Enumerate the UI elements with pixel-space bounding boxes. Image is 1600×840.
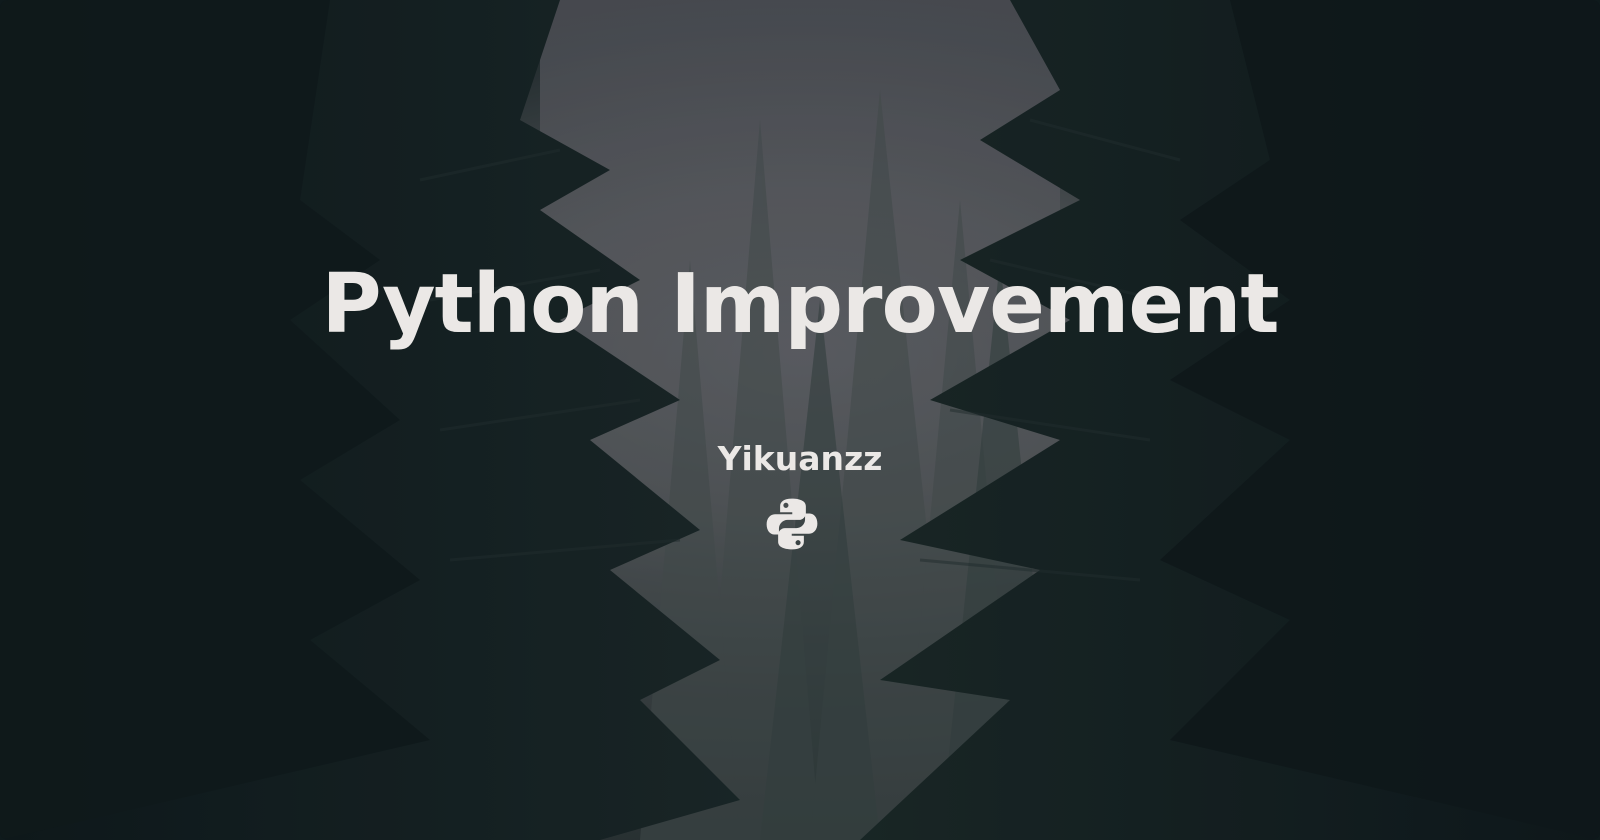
banner-content: Python Improvement Yikuanzz [0, 0, 1600, 840]
author-name: Yikuanzz [717, 439, 883, 478]
page-title: Python Improvement [321, 257, 1279, 352]
hero-banner: Python Improvement Yikuanzz [0, 0, 1600, 840]
python-logo-icon [766, 498, 818, 550]
